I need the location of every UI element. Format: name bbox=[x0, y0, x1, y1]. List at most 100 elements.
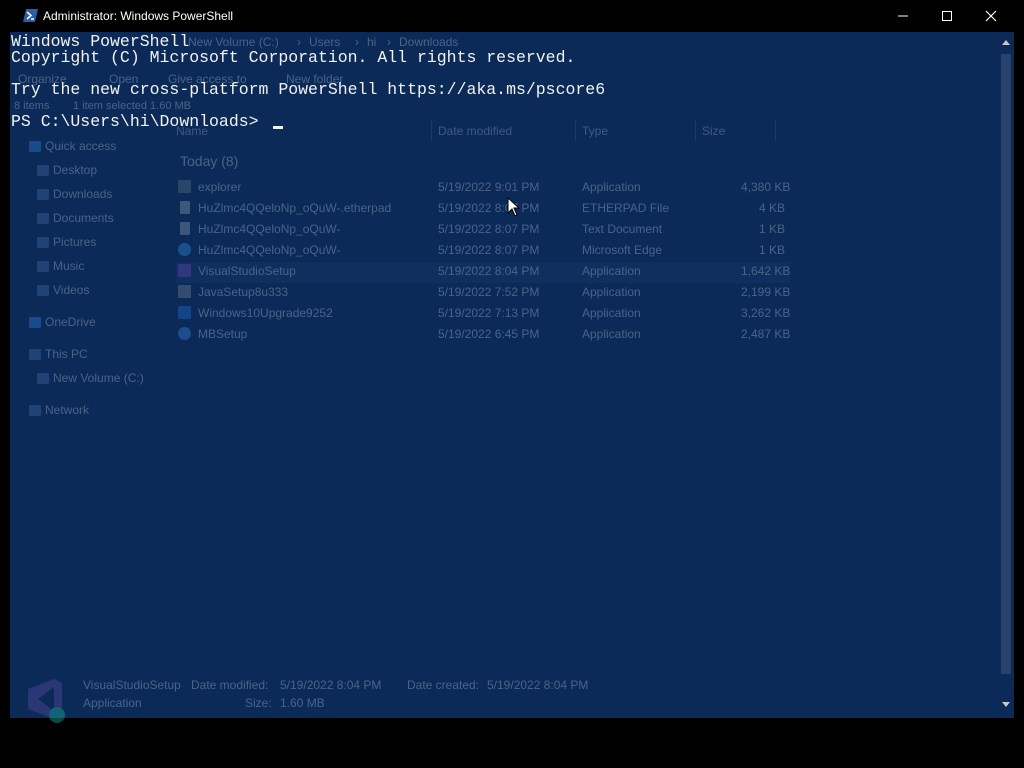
maximize-button[interactable] bbox=[925, 0, 969, 32]
breadcrumb-item: Users bbox=[309, 35, 341, 49]
file-icon bbox=[180, 201, 190, 214]
file-type: Application bbox=[582, 180, 641, 194]
vertical-scrollbar[interactable] bbox=[998, 32, 1014, 718]
nav-videos: Videos bbox=[53, 283, 90, 297]
file-name: HuZlmc4QQeloNp_oQuW-.etherpad bbox=[198, 201, 392, 215]
drive-icon bbox=[37, 373, 49, 384]
details-created-label: Date created: bbox=[407, 678, 480, 692]
scroll-up-arrow-icon[interactable] bbox=[1002, 39, 1010, 45]
background-file-explorer: New Volume (C:) › Users › hi › Downloads… bbox=[10, 32, 998, 723]
file-type: Application bbox=[582, 285, 641, 299]
documents-icon bbox=[37, 213, 49, 224]
file-date: 5/19/2022 8:07 PM bbox=[438, 222, 540, 236]
details-file-kind: Application bbox=[83, 696, 142, 710]
file-type: Text Document bbox=[582, 222, 663, 236]
console-line: Copyright (C) Microsoft Corporation. All… bbox=[11, 48, 576, 67]
onedrive-icon bbox=[29, 317, 41, 328]
file-name: JavaSetup8u333 bbox=[198, 285, 289, 299]
scrollbar-thumb[interactable] bbox=[1001, 54, 1011, 674]
mouse-pointer-icon bbox=[507, 197, 521, 217]
file-type: ETHERPAD File bbox=[582, 201, 670, 215]
file-date: 5/19/2022 8:04 PM bbox=[438, 264, 540, 278]
text-document-icon bbox=[180, 222, 190, 235]
file-date: 5/19/2022 8:07 PM bbox=[438, 243, 540, 257]
console-line: Try the new cross-platform PowerShell ht… bbox=[11, 80, 606, 99]
file-type: Microsoft Edge bbox=[582, 243, 663, 257]
file-size: 2,487 KB bbox=[741, 327, 791, 341]
file-name: explorer bbox=[198, 180, 242, 194]
details-size-value: 1.60 MB bbox=[280, 696, 325, 710]
music-icon bbox=[37, 261, 49, 272]
file-type: Application bbox=[582, 306, 641, 320]
file-type: Application bbox=[582, 264, 641, 278]
file-size: 2,199 KB bbox=[741, 285, 791, 299]
malwarebytes-icon bbox=[178, 327, 191, 340]
powershell-icon bbox=[23, 9, 38, 22]
visual-studio-logo-icon bbox=[28, 679, 65, 723]
column-size: Size bbox=[702, 124, 726, 138]
file-date: 5/19/2022 9:01 PM bbox=[438, 180, 540, 194]
details-created-value: 5/19/2022 8:04 PM bbox=[487, 678, 589, 692]
nav-downloads: Downloads bbox=[53, 187, 113, 201]
windows-icon bbox=[178, 306, 191, 319]
scroll-down-arrow-icon[interactable] bbox=[1002, 702, 1010, 708]
text-cursor bbox=[273, 126, 283, 129]
network-icon bbox=[29, 405, 41, 416]
file-date: 5/19/2022 6:45 PM bbox=[438, 327, 540, 341]
group-header: Today (8) bbox=[180, 153, 239, 169]
nav-new-volume: New Volume (C:) bbox=[53, 371, 144, 385]
minimize-button[interactable] bbox=[881, 0, 925, 32]
downloads-icon bbox=[37, 189, 49, 200]
file-date: 5/19/2022 7:13 PM bbox=[438, 306, 540, 320]
star-icon bbox=[29, 141, 41, 152]
videos-icon bbox=[37, 285, 49, 296]
nav-desktop: Desktop bbox=[53, 163, 98, 177]
close-icon bbox=[985, 10, 997, 22]
nav-pictures: Pictures bbox=[53, 235, 97, 249]
file-name: HuZlmc4QQeloNp_oQuW- bbox=[198, 243, 341, 257]
details-size-label: Size: bbox=[245, 696, 272, 710]
details-file-name: VisualStudioSetup bbox=[83, 678, 181, 692]
status-selection: 1 item selected 1.60 MB bbox=[73, 100, 192, 112]
file-name: HuZlmc4QQeloNp_oQuW- bbox=[198, 222, 341, 236]
column-date: Date modified bbox=[438, 124, 513, 138]
details-modified-value: 5/19/2022 8:04 PM bbox=[280, 678, 382, 692]
nav-music: Music bbox=[53, 259, 85, 273]
breadcrumb-item: New Volume (C:) bbox=[188, 35, 279, 49]
file-size: 3,262 KB bbox=[741, 306, 791, 320]
file-date: 5/19/2022 7:52 PM bbox=[438, 285, 540, 299]
breadcrumb-item: Downloads bbox=[399, 35, 459, 49]
file-date: 5/19/2022 8:07 PM bbox=[438, 201, 540, 215]
file-name: Windows10Upgrade9252 bbox=[198, 306, 333, 320]
status-item-count: 8 items bbox=[14, 100, 50, 112]
visual-studio-icon bbox=[178, 264, 191, 277]
file-type: Application bbox=[582, 327, 641, 341]
file-size: 1 KB bbox=[759, 222, 786, 236]
edge-icon bbox=[178, 243, 191, 256]
maximize-icon bbox=[942, 11, 952, 21]
column-type: Type bbox=[582, 124, 609, 138]
nav-network: Network bbox=[45, 403, 90, 417]
desktop-icon bbox=[37, 165, 49, 176]
java-icon bbox=[178, 285, 191, 298]
close-button[interactable] bbox=[969, 0, 1013, 32]
file-size: 4,380 KB bbox=[741, 180, 791, 194]
file-size: 1,642 KB bbox=[741, 264, 791, 278]
minimize-icon bbox=[898, 15, 908, 17]
powershell-window: Administrator: Windows PowerShell New Vo… bbox=[10, 0, 1014, 723]
nav-onedrive: OneDrive bbox=[45, 315, 96, 329]
file-size: 4 KB bbox=[759, 201, 786, 215]
application-icon bbox=[178, 180, 191, 193]
pictures-icon bbox=[37, 237, 49, 248]
file-name: MBSetup bbox=[198, 327, 248, 341]
nav-this-pc: This PC bbox=[45, 347, 88, 361]
file-size: 1 KB bbox=[759, 243, 786, 257]
details-modified-label: Date modified: bbox=[191, 678, 269, 692]
console-prompt[interactable]: PS C:\Users\hi\Downloads> bbox=[11, 113, 268, 130]
title-bar[interactable]: Administrator: Windows PowerShell bbox=[10, 0, 1014, 32]
file-name: VisualStudioSetup bbox=[198, 264, 296, 278]
nav-documents: Documents bbox=[53, 211, 114, 225]
window-title: Administrator: Windows PowerShell bbox=[43, 9, 234, 23]
breadcrumb-item: hi bbox=[367, 35, 377, 49]
this-pc-icon bbox=[29, 349, 41, 360]
